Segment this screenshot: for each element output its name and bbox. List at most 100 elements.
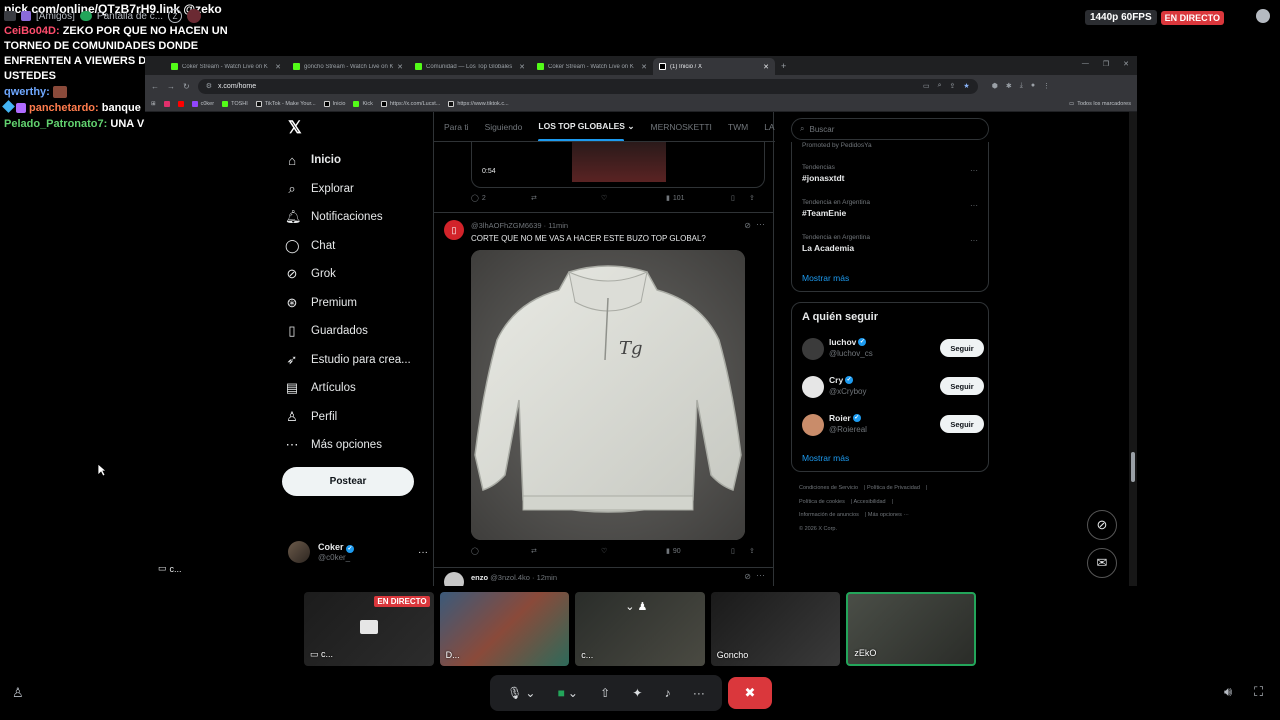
bookmark-item[interactable]	[177, 101, 184, 107]
menu-icon[interactable]: ⋮	[1043, 82, 1050, 90]
more-icon[interactable]: ···	[970, 236, 978, 245]
trend-item[interactable]: Tendencias #jonasxtdt ···	[802, 164, 982, 183]
follow-suggestion[interactable]: Cry ✓ @xCryboy Seguir	[802, 374, 984, 400]
more-icon[interactable]: ···	[756, 570, 765, 580]
share-icon[interactable]: ⇪	[749, 194, 755, 202]
follow-button[interactable]: Seguir	[940, 339, 984, 357]
bookmark-item[interactable]: TOSHI	[222, 101, 248, 107]
nav-item-notificaciones[interactable]: 🔔︎ Notificaciones	[285, 203, 435, 232]
bookmark-icon[interactable]: ▯	[731, 547, 749, 555]
close-icon[interactable]: ✕	[519, 63, 525, 71]
install-icon[interactable]: ▭	[923, 82, 930, 90]
follow-suggestion[interactable]: luchov ✓ @luchov_cs Seguir	[802, 336, 984, 362]
grok-fab-icon[interactable]: ⊘	[1087, 510, 1117, 540]
close-icon[interactable]: ✕	[763, 63, 769, 71]
follow-button[interactable]: Seguir	[940, 415, 984, 433]
chevron-down-icon[interactable]: ⌄	[568, 686, 578, 700]
scrollbar[interactable]	[1129, 112, 1137, 586]
reply-button[interactable]: ◯	[471, 547, 531, 555]
views-button[interactable]: ▮ 90	[666, 547, 731, 556]
tab-para-ti[interactable]: Para ti	[444, 122, 469, 132]
nav-item-inicio[interactable]: ⌂ Inicio	[285, 146, 435, 175]
fullscreen-icon[interactable]: ⛶	[1254, 684, 1263, 700]
next-post[interactable]: enzo @3nzol.4ko · 12min ⊘ ···	[434, 570, 773, 586]
close-icon[interactable]: ✕	[641, 63, 647, 71]
close-icon[interactable]: ✕	[397, 63, 403, 71]
x-logo-icon[interactable]: 𝕏	[288, 118, 302, 138]
nav-item-grok[interactable]: ⊘ Grok	[285, 260, 435, 289]
footer-link[interactable]: Accesibilidad	[854, 499, 886, 505]
chat-bubble-icon[interactable]	[1256, 9, 1270, 23]
bookmark-icon[interactable]: ▯	[731, 194, 749, 202]
search-input[interactable]: ⌕ Buscar	[791, 118, 989, 140]
account-switcher[interactable]: Coker ✓ @c0ker_ ···	[288, 537, 428, 567]
back-icon[interactable]: ←	[151, 82, 159, 91]
zoom-icon[interactable]: ⌕	[938, 82, 942, 90]
apps-icon[interactable]: ⊞	[151, 101, 156, 107]
activities-button[interactable]: ✦	[632, 686, 642, 700]
address-bar[interactable]: ⚙ x.com/home ▭ ⌕ ⇪ ★	[197, 78, 978, 94]
tab-siguiendo[interactable]: Siguiendo	[485, 122, 523, 132]
microphone-button[interactable]: 🎙︎ ⌄	[507, 686, 535, 700]
bookmark-item[interactable]: https://www.tiktok.c...	[448, 101, 509, 107]
like-button[interactable]: ♡	[601, 547, 666, 555]
nav-item-premium[interactable]: ⊛ Premium	[285, 289, 435, 318]
browser-tab[interactable]: Coker Stream - Watch Live on K ✕	[531, 58, 653, 75]
more-icon[interactable]: ···	[970, 166, 978, 175]
nav-item-mas-opciones[interactable]: ⋯ Más opciones	[285, 431, 435, 460]
more-icon[interactable]: ···	[418, 547, 428, 558]
bookmark-item[interactable]: TikTok - Make Your...	[255, 101, 316, 107]
repost-button[interactable]: ⇄	[531, 547, 601, 555]
trend-item[interactable]: Tendencia en Argentina La Academia ···	[802, 234, 982, 253]
tab-la[interactable]: LA	[764, 122, 774, 132]
nav-item-estudio[interactable]: ➶ Estudio para crea...	[285, 346, 435, 375]
reply-button[interactable]: ◯ 2	[471, 194, 531, 203]
camera-button[interactable]: ■ ⌄	[558, 686, 578, 700]
bookmark-item[interactable]	[163, 101, 170, 107]
browser-tab[interactable]: goncho Stream - Watch Live on K ✕	[287, 58, 409, 75]
volume-icon[interactable]: 🔊︎	[1224, 684, 1232, 700]
footer-link[interactable]: Política de Privacidad	[867, 485, 920, 491]
nav-item-chat[interactable]: ◯ Chat	[285, 232, 435, 261]
video-tile[interactable]: ⌄ ♟ c...	[575, 592, 705, 666]
all-bookmarks[interactable]: ▭ Todos los marcadores	[1069, 101, 1131, 107]
maximize-icon[interactable]: ❐	[1103, 60, 1109, 68]
site-info-icon[interactable]: ⚙	[206, 82, 212, 90]
screen-share-button[interactable]: ⇧	[600, 686, 610, 700]
extension-icon[interactable]: ⬢	[992, 82, 998, 90]
profile-icon[interactable]: ●	[1031, 82, 1035, 90]
tab-mernosketti[interactable]: MERNOSKETTI	[650, 122, 711, 132]
browser-tab-active[interactable]: (1) Inicio / X ✕	[653, 58, 775, 75]
forward-icon[interactable]: →	[167, 82, 175, 91]
camera-controls-icon[interactable]: ⌄ ♟	[625, 600, 647, 613]
add-user-icon[interactable]: ♙	[12, 685, 24, 701]
extensions-icon[interactable]: ✱	[1006, 82, 1012, 90]
tab-twm[interactable]: TWM	[728, 122, 748, 132]
grok-icon[interactable]: ⊘	[744, 572, 751, 581]
post[interactable]: ▯ @3lhAOFhZGM6639 · 11min ⊘ ··· CORTE QU…	[434, 213, 773, 565]
grok-icon[interactable]: ⊘	[744, 221, 751, 230]
bookmark-item[interactable]: c0ker	[191, 101, 214, 107]
download-icon[interactable]: ⤓	[1020, 82, 1023, 90]
soundboard-button[interactable]: ♪	[665, 686, 671, 700]
like-button[interactable]: ♡	[601, 194, 666, 202]
post-button[interactable]: Postear	[282, 467, 414, 496]
bookmark-item[interactable]: https://x.com/Lucst...	[380, 101, 440, 107]
reload-icon[interactable]: ↻	[183, 82, 190, 91]
video-tile[interactable]: EN DIRECTO ▭ c...	[304, 592, 434, 666]
trend-item[interactable]: Tendencia en Argentina #TeamEnie ···	[802, 199, 982, 218]
close-icon[interactable]: ✕	[275, 63, 281, 71]
nav-item-articulos[interactable]: ▤ Artículos	[285, 374, 435, 403]
previous-post-media[interactable]: 0:54	[471, 142, 765, 188]
disconnect-button[interactable]: ✖	[728, 677, 772, 709]
repost-button[interactable]: ⇄	[531, 194, 601, 202]
share-icon[interactable]: ⇪	[950, 82, 956, 90]
more-icon[interactable]: ···	[756, 219, 765, 229]
video-tile[interactable]: D...	[439, 592, 570, 666]
post-image[interactable]: Tg	[471, 250, 745, 540]
share-icon[interactable]: ⇪	[749, 547, 755, 555]
views-button[interactable]: ▮ 101	[666, 194, 731, 203]
tab-los-top-globales[interactable]: LOS TOP GLOBALES ⌄	[538, 121, 634, 141]
nav-item-perfil[interactable]: ♙ Perfil	[285, 403, 435, 432]
show-more-link[interactable]: Mostrar más	[802, 453, 849, 463]
